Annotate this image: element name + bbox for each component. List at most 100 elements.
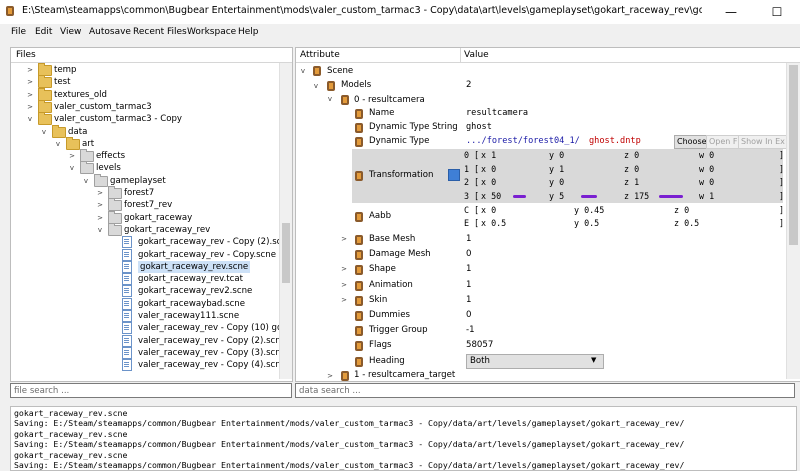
tree-item-label: gokart_raceway <box>124 212 193 223</box>
tree-item-label: art <box>82 138 95 149</box>
tree-item[interactable]: v gokart_raceway_rev <box>11 222 279 236</box>
property-value[interactable]: 1 <box>466 295 471 305</box>
chevron-down-icon[interactable]: v <box>54 138 62 150</box>
property-value[interactable]: 1 <box>466 264 471 274</box>
menu-workspace[interactable]: Workspace <box>187 27 236 37</box>
highlight-mark-x <box>513 195 526 198</box>
files-scrollbar-thumb[interactable] <box>282 223 290 283</box>
properties-scrollbar-thumb[interactable] <box>789 65 798 245</box>
menu-edit[interactable]: Edit <box>35 27 52 37</box>
tree-item-label: valer_raceway_rev - Copy (10) goo... <box>138 323 279 334</box>
property-value[interactable]: 0 <box>466 249 471 259</box>
tree-item[interactable]: valer_raceway_rev - Copy (10) goo... <box>11 322 279 335</box>
properties-scrollbar[interactable] <box>786 63 800 379</box>
menu-help[interactable]: Help <box>238 27 259 37</box>
tree-item[interactable]: > forest7_rev <box>11 198 279 212</box>
tree-item[interactable]: > textures_old <box>11 87 279 101</box>
chevron-down-icon[interactable]: v <box>82 175 90 187</box>
property-rows: > Base Mesh 1 Damage Mesh 0 > Shape 1 > Animation… <box>296 234 786 354</box>
tree-item[interactable]: valer_raceway_rev - Copy (4).scne <box>11 359 279 372</box>
tree-item[interactable]: > forest7 <box>11 186 279 199</box>
minimize-button[interactable]: — <box>708 0 754 24</box>
file-icon <box>122 359 132 372</box>
property-value[interactable]: 1 <box>466 280 471 290</box>
property-label: Base Mesh <box>369 234 416 244</box>
tree-item[interactable]: valer_raceway_rev - Copy (3).scne <box>11 346 279 359</box>
menu-autosave[interactable]: Autosave <box>89 27 131 37</box>
chevron-right-icon[interactable]: > <box>26 89 34 101</box>
menu-recent-files[interactable]: Recent Files <box>133 27 187 37</box>
files-scrollbar[interactable] <box>279 63 292 379</box>
file-icon <box>122 248 132 261</box>
name-value[interactable]: resultcamera <box>466 108 528 118</box>
property-value[interactable]: 58057 <box>466 340 493 350</box>
tree-item[interactable]: gokart_raceway_rev - Copy.scne <box>11 248 279 261</box>
chevron-right-icon[interactable]: > <box>68 150 76 162</box>
property-label: Shape <box>369 264 396 275</box>
files-pane: Files > temp > test > textures_old > valer_cust… <box>10 47 293 382</box>
property-icon <box>355 250 363 261</box>
tree-item[interactable]: valer_raceway_rev - Copy (2).scne <box>11 334 279 347</box>
tree-item-label: gokart_raceway_rev - Copy (2).scne <box>138 237 279 248</box>
matrix-cell: y 0 <box>549 177 565 187</box>
tree-item[interactable]: gokart_raceway_rev2.scne <box>11 285 279 298</box>
tree-item[interactable]: gokart_racewaybad.scne <box>11 297 279 310</box>
file-search-input[interactable]: file search ... <box>10 383 292 398</box>
menu-view[interactable]: View <box>60 27 81 37</box>
property-value[interactable]: -1 <box>466 325 475 335</box>
tree-item-label: data <box>68 126 88 137</box>
tree-item[interactable]: gokart_raceway_rev.tcat <box>11 273 279 286</box>
dt-path[interactable]: .../forest/forest04_1/ <box>466 136 580 146</box>
chevron-right-icon[interactable]: > <box>26 101 34 113</box>
chevron-down-icon[interactable]: v <box>96 224 104 236</box>
tree-item[interactable]: v art <box>11 136 279 150</box>
aabb-cell: C <box>464 205 470 215</box>
tree-item[interactable]: valer_raceway111.scne <box>11 310 279 322</box>
show-in-explorer-button[interactable]: Show In Ex <box>738 135 788 149</box>
matrix-cell: [ <box>474 150 480 160</box>
chevron-right-icon[interactable]: > <box>26 64 34 76</box>
dts-value[interactable]: ghost <box>466 122 492 132</box>
chevron-right-icon[interactable]: > <box>96 187 104 199</box>
tree-item[interactable]: v data <box>11 124 279 138</box>
matrix-cell: 2 <box>464 177 470 187</box>
tree-item[interactable]: > valer_custom_tarmac3 <box>11 99 279 113</box>
menu-file[interactable]: File <box>11 27 26 37</box>
tree-item-selected[interactable]: gokart_raceway_rev.scne <box>11 260 279 273</box>
property-value[interactable]: 0 <box>466 310 471 320</box>
model1-expander[interactable]: > <box>326 372 334 380</box>
tree-item[interactable]: > effects <box>11 149 279 163</box>
maximize-button[interactable]: ☐ <box>754 0 800 24</box>
save-icon[interactable] <box>448 169 460 181</box>
tree-item[interactable]: gokart_raceway_rev - Copy (2).scne <box>11 236 279 249</box>
chevron-right-icon[interactable]: > <box>340 296 348 304</box>
heading-icon <box>355 357 363 367</box>
tree-item[interactable]: > temp <box>11 63 279 76</box>
properties-pane: Attribute Value v Scene v Models 2 v 0 -… <box>295 47 800 382</box>
model0-label[interactable]: 0 - resultcamera <box>354 95 425 105</box>
chevron-down-icon[interactable]: v <box>68 162 76 174</box>
open-folder-button[interactable]: Open F <box>706 135 741 149</box>
tree-item[interactable]: v gameplayset <box>11 173 279 187</box>
chevron-right-icon[interactable]: > <box>340 235 348 243</box>
chevron-down-icon[interactable]: v <box>26 113 34 125</box>
data-search-input[interactable]: data search ... <box>295 383 795 398</box>
chevron-right-icon[interactable]: > <box>96 212 104 224</box>
tree-item[interactable]: > gokart_raceway <box>11 210 279 224</box>
choose-button[interactable]: Choose <box>674 135 708 149</box>
scene-expander[interactable]: v <box>299 67 307 75</box>
chevron-right-icon[interactable]: > <box>96 199 104 211</box>
chevron-right-icon[interactable]: > <box>26 76 34 88</box>
tree-item[interactable]: > test <box>11 75 279 89</box>
property-value[interactable]: 1 <box>466 234 471 244</box>
heading-select[interactable]: Both ▼ <box>466 354 604 369</box>
chevron-down-icon[interactable]: v <box>40 126 48 138</box>
chevron-right-icon[interactable]: > <box>340 281 348 289</box>
model0-expander[interactable]: v <box>326 95 334 103</box>
dt-label: Dynamic Type <box>369 136 430 146</box>
dt-file[interactable]: ghost.dntp <box>589 136 641 146</box>
models-expander[interactable]: v <box>312 82 320 90</box>
tree-item[interactable]: v levels <box>11 161 279 175</box>
chevron-right-icon[interactable]: > <box>340 265 348 273</box>
model1-label[interactable]: 1 - resultcamera_target <box>354 370 455 380</box>
